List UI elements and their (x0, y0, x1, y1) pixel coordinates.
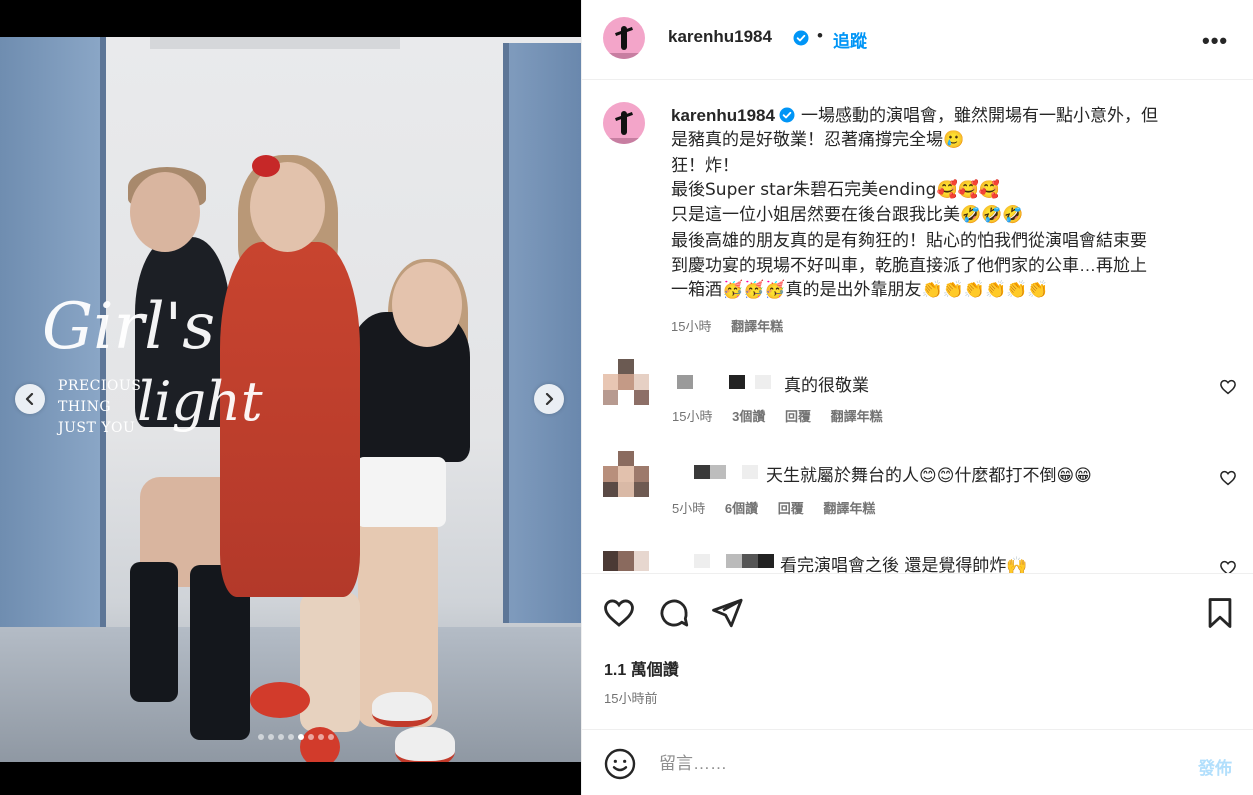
author-avatar[interactable] (603, 17, 645, 59)
translate-button[interactable]: 翻譯年糕 (823, 501, 875, 516)
more-options-button[interactable]: ••• (1202, 28, 1228, 54)
person-middle-bow (252, 155, 280, 177)
follow-button[interactable]: 追蹤 (833, 27, 867, 52)
overlay-line: PRECIOUS (58, 378, 142, 394)
likes-count[interactable]: 1.1 萬個讚 (604, 656, 679, 680)
photo-overlay-caption: PRECIOUS THING JUST YOU (58, 376, 141, 439)
person-middle-shoe (250, 682, 310, 718)
caption-line: 到慶功宴的現場不好叫車，乾脆直接派了他們家的公車…再尬上 (671, 256, 1147, 275)
post-comment-button[interactable]: 發佈 (1198, 754, 1232, 779)
caption-line: 最後Super star朱碧石完美ending🥰🥰🥰 (671, 180, 1000, 200)
chevron-right-icon (545, 393, 554, 405)
carousel-dot (287, 734, 294, 740)
photo-door-right (503, 43, 581, 623)
carousel-next-button[interactable] (534, 384, 564, 414)
comment-input[interactable] (659, 750, 1179, 778)
heart-icon[interactable] (602, 596, 636, 630)
emoji-icon[interactable] (604, 748, 636, 780)
comment-text: 真的很敬業 (784, 376, 869, 395)
person-right-head (392, 262, 462, 347)
verified-badge-icon (793, 30, 809, 46)
comment-icon[interactable] (657, 596, 691, 630)
carousel-dot (257, 734, 264, 740)
carousel-dot (267, 734, 274, 740)
commenter-avatar[interactable] (603, 451, 649, 497)
header-separator: • (817, 26, 823, 45)
overlay-script-word: light (137, 370, 263, 433)
translate-button[interactable]: 翻譯年糕 (831, 409, 883, 424)
bookmark-icon[interactable] (1203, 596, 1237, 630)
like-comment-icon[interactable] (1219, 469, 1237, 487)
reply-button[interactable]: 回覆 (778, 501, 804, 516)
carousel-dot (297, 734, 304, 740)
person-middle-shoe (300, 727, 340, 762)
ceiling-light (150, 37, 400, 49)
caption-author-avatar[interactable] (603, 102, 645, 144)
comment-time[interactable]: 15小時 (672, 409, 712, 424)
caption-time[interactable]: 15小時 (671, 319, 711, 334)
verified-badge-icon (779, 107, 795, 123)
comment-text: 天生就屬於舞台的人😊😊什麼都打不倒😁😁 (766, 466, 1092, 486)
carousel-dot (307, 734, 314, 740)
like-comment-icon[interactable] (1219, 559, 1237, 573)
caption-meta: 15小時 翻譯年糕 (671, 316, 799, 335)
comment-likes[interactable]: 6個讚 (725, 501, 758, 516)
person-left-head (130, 172, 200, 252)
caption-line: 一箱酒🥳🥳🥳真的是出外靠朋友👏👏👏👏👏👏 (671, 280, 1049, 300)
comment-meta: 5小時 6個讚 回覆 翻譯年糕 (672, 498, 891, 517)
chevron-left-icon (25, 393, 34, 405)
commenter-avatar[interactable] (603, 551, 649, 571)
post-timestamp[interactable]: 15小時前 (604, 688, 657, 707)
post-actions: 1.1 萬個讚 15小時前 發佈 (582, 573, 1253, 795)
commenter-username[interactable] (694, 465, 758, 479)
person-right-shoe (395, 727, 455, 762)
carousel-dot (317, 734, 324, 740)
person-right-shoe (372, 692, 432, 727)
overlay-script-word: Girl's (42, 290, 216, 364)
carousel-indicator (0, 734, 581, 740)
overlay-line: JUST YOU (58, 420, 136, 436)
reply-button[interactable]: 回覆 (785, 409, 811, 424)
comments-section[interactable]: karenhu1984 一場感動的演唱會，雖然開場有一點小意外，但 是豬真的是好敬… (582, 81, 1253, 573)
comment-time[interactable]: 5小時 (672, 501, 705, 516)
person-left-boot (130, 562, 178, 702)
commenter-username[interactable] (678, 554, 774, 568)
caption-line: 最後高雄的朋友真的是有夠狂的！貼心的怕我們從演唱會結束要 (671, 231, 1147, 250)
post-header: karenhu1984 • 追蹤 ••• (582, 0, 1253, 80)
caption-line: 一場感動的演唱會，雖然開場有一點小意外，但 (800, 106, 1158, 125)
author-username[interactable]: karenhu1984 (668, 27, 772, 47)
commenter-avatar[interactable] (603, 359, 649, 405)
comment-meta: 15小時 3個讚 回覆 翻譯年糕 (672, 406, 899, 425)
carousel-prev-button[interactable] (15, 384, 45, 414)
caption-username[interactable]: karenhu1984 (671, 106, 775, 125)
commenter-username[interactable] (677, 375, 771, 389)
comment-text: 看完演唱會之後 還是覺得帥炸🙌 (780, 556, 1028, 573)
share-icon[interactable] (710, 596, 744, 630)
carousel-dot (277, 734, 284, 740)
caption-line: 只是這一位小姐居然要在後台跟我比美🤣🤣🤣 (671, 205, 1024, 225)
post-media: Girl's light PRECIOUS THING JUST YOU (0, 0, 581, 795)
person-middle-legs (300, 592, 360, 732)
person-right-skirt (356, 457, 446, 527)
comment-composer: 發佈 (582, 729, 1253, 795)
translate-button[interactable]: 翻譯年糕 (731, 319, 783, 334)
carousel-dot (327, 734, 334, 740)
caption-line: 是豬真的是好敬業！忍著痛撐完全場🥲 (671, 130, 965, 150)
caption-line: 狂！炸！ (671, 156, 739, 175)
post-sidebar: karenhu1984 • 追蹤 ••• karenhu1984 一場感動的演唱會… (581, 0, 1253, 795)
comment-likes[interactable]: 3個讚 (732, 409, 765, 424)
like-comment-icon[interactable] (1219, 378, 1237, 396)
overlay-line: THING (58, 399, 112, 415)
post-caption: karenhu1984 一場感動的演唱會，雖然開場有一點小意外，但 是豬真的是好敬… (671, 103, 1231, 303)
